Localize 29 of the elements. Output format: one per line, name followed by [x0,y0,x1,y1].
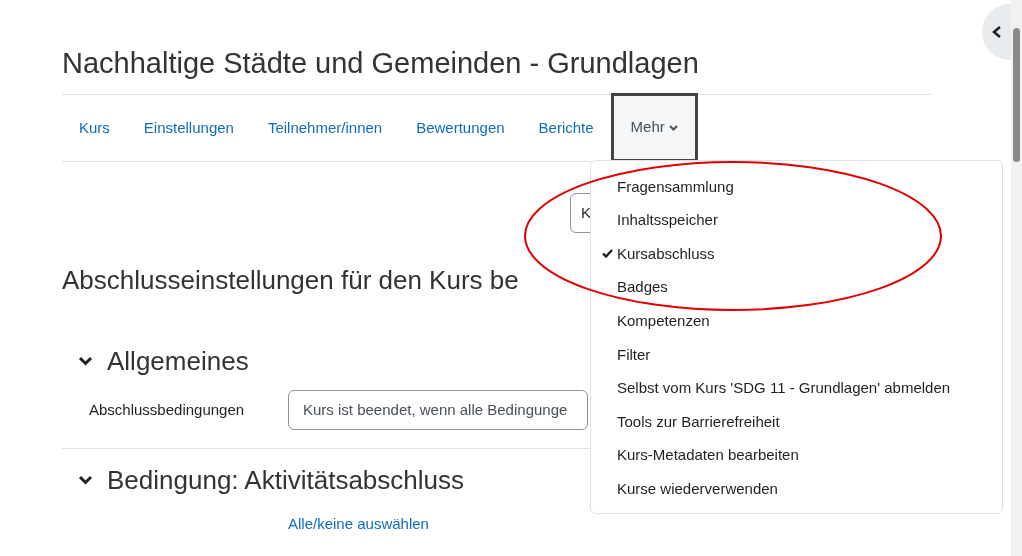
menu-item[interactable]: Kursabschluss [591,237,1002,271]
menu-item[interactable]: Filter [591,337,1002,372]
menu-item[interactable]: Tools zur Barrierefreiheit [591,405,1002,439]
nav-tab[interactable]: Bewertungen [399,95,522,161]
menu-item[interactable]: Inhaltsspeicher [591,203,1002,238]
section-heading: Allgemeines [107,345,249,378]
nav-tab[interactable]: Kurs [62,95,127,161]
scrollbar-thumb[interactable] [1013,28,1020,162]
caret-icon [668,124,678,131]
chevron-down-icon[interactable] [78,356,93,366]
select-all-link[interactable]: Alle/keine auswählen [288,513,429,536]
section-heading: Bedingung: Aktivitätsabschluss [107,464,464,497]
nav-tab[interactable]: Einstellungen [126,95,251,161]
menu-item[interactable]: Kurs-Metadaten bearbeiten [591,438,1002,473]
nav-tab[interactable]: Teilnehmer/innen [250,95,400,161]
menu-item[interactable]: Kompetenzen [591,304,1002,338]
drawer-toggle-button[interactable] [982,4,1011,60]
menu-item[interactable]: Selbst vom Kurs 'SDG 11 - Grundlagen' abmelden [591,371,1002,406]
nav-tab[interactable]: Berichte [521,95,611,161]
select-field[interactable]: Kurs ist beendet, wenn alle Bedingunge [288,390,588,430]
chevron-down-icon[interactable] [78,475,93,485]
menu-item[interactable]: Kurse wiederverwenden [591,472,1002,506]
menu-item[interactable]: Badges [591,270,1002,305]
page-heading: Abschlusseinstellungen für den Kurs be [62,264,519,297]
field-label: Abschlussbedingungen [89,399,246,420]
more-tab[interactable]: Mehr [610,93,698,162]
course-title: Nachhaltige Städte und Gemeinden - Grundlagen [62,46,699,81]
chevron-left-icon [991,25,1003,39]
menu-item[interactable]: Fragensammlung [591,170,1002,204]
